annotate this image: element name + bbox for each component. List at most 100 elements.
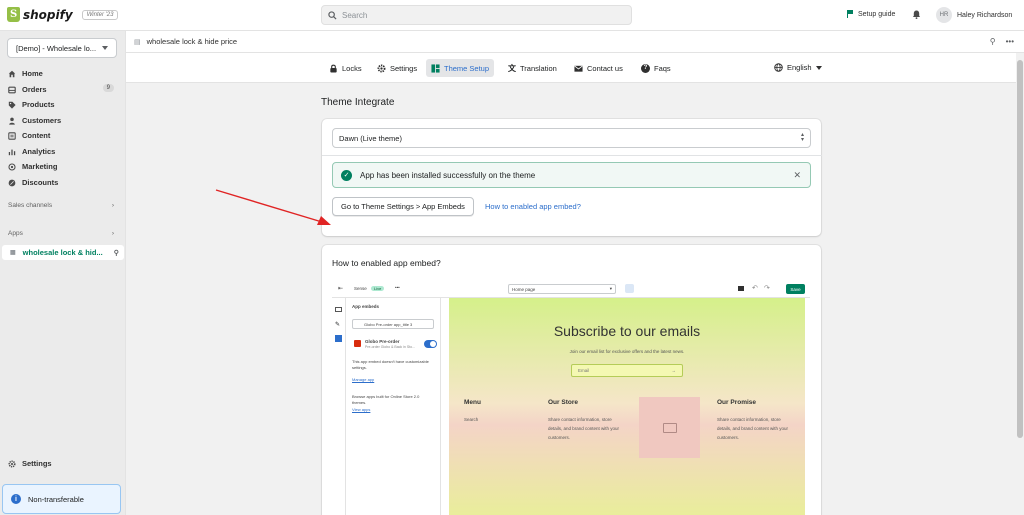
search-input[interactable]: Search — [321, 5, 632, 25]
tab-theme-setup[interactable]: Theme Setup — [426, 59, 495, 77]
app-nav: Locks Settings Theme Setup 文 Translation… — [126, 53, 1016, 83]
tab-label: Settings — [390, 63, 418, 73]
page-select-value: Home page — [512, 286, 536, 292]
sidebar-item-orders[interactable]: Orders 9 — [8, 84, 116, 94]
user-menu[interactable]: HR Haley Richardson — [936, 7, 1012, 23]
lock-icon — [330, 64, 337, 73]
tab-settings[interactable]: Settings — [372, 59, 422, 77]
caret-down-icon — [815, 65, 822, 70]
discount-icon — [8, 179, 16, 186]
sidebar-item-content[interactable]: Content — [8, 131, 116, 140]
tab-translation[interactable]: 文 Translation — [503, 59, 562, 77]
chevron-right-icon: › — [111, 202, 114, 209]
sidebar-item-analytics[interactable]: Analytics — [8, 147, 116, 156]
page-title: Theme Integrate — [321, 97, 395, 108]
embed-toggle — [424, 340, 437, 348]
preview-menu-heading: Menu — [464, 399, 481, 406]
info-icon: i — [11, 494, 21, 504]
close-icon[interactable]: ✕ — [793, 170, 801, 181]
setup-guide-button[interactable]: Setup guide — [847, 10, 895, 18]
bell-icon[interactable] — [912, 10, 921, 19]
editor-toolbar: ⇤ Sense Live ••• Home page ▾ ↶ ↷ Save — [332, 280, 810, 298]
globo-app-icon — [354, 340, 361, 347]
inspect-icon — [625, 284, 634, 293]
browse-apps-text: Browse apps built for Online Store 2.0 t… — [352, 394, 420, 405]
store-name: [Demo] - Wholesale lo... — [16, 43, 97, 53]
tag-icon — [8, 101, 16, 109]
pin-icon[interactable]: ⚲ — [114, 249, 119, 257]
top-bar: shopify Winter '23 Search Setup guide HR… — [0, 0, 1024, 31]
sidebar-item-settings[interactable]: Settings — [8, 459, 52, 468]
redo-icon: ↷ — [764, 285, 770, 292]
content-scrollbar[interactable] — [1017, 60, 1023, 438]
tab-label: Contact us — [587, 63, 623, 73]
help-heading: How to enabled app embed? — [332, 258, 441, 268]
divider — [322, 155, 822, 156]
globe-icon — [774, 63, 783, 72]
preview-our-promise-heading: Our Promise — [717, 399, 757, 406]
brand-name: shopify — [23, 7, 73, 22]
orders-icon — [8, 86, 16, 93]
home-icon — [8, 70, 16, 77]
sales-channels-section[interactable]: Sales channels › — [8, 202, 114, 209]
sidebar-item-label: Products — [22, 100, 55, 109]
success-banner: ✓ App has been installed successfully on… — [332, 162, 811, 188]
page-select: Home page ▾ — [508, 284, 616, 294]
sidebar-item-marketing[interactable]: Marketing — [8, 162, 116, 171]
editor-save-button: Save — [786, 284, 805, 294]
embed-search-value: Globo Pre-order app_title 3 — [364, 321, 413, 327]
sidebar-item-discounts[interactable]: Discounts — [8, 178, 116, 187]
more-options-icon[interactable]: ••• — [1006, 37, 1014, 46]
sidebar-item-label: Discounts — [22, 178, 59, 187]
search-icon — [328, 10, 337, 20]
tab-label: Theme Setup — [444, 63, 490, 73]
embed-note: This app embed doesn't have customizable… — [352, 359, 429, 370]
help-link[interactable]: How to enabled app embed? — [485, 202, 581, 211]
avatar: HR — [936, 7, 952, 23]
shopify-bag-icon — [7, 7, 20, 22]
preview-our-promise-text: Share contact information, store details… — [717, 417, 789, 440]
chevron-right-icon: › — [111, 230, 114, 237]
gear-icon — [8, 459, 16, 468]
app-icon: ▤ — [134, 38, 141, 46]
language-selector[interactable]: English — [774, 63, 822, 72]
user-name: Haley Richardson — [957, 11, 1013, 19]
tab-faqs[interactable]: ? Faqs — [636, 59, 676, 77]
desktop-icon — [738, 286, 744, 291]
preview-image-placeholder — [639, 397, 700, 458]
apps-section[interactable]: Apps › — [8, 230, 114, 237]
apps-label: Apps — [8, 230, 23, 237]
brush-icon: ✎ — [335, 322, 341, 328]
store-preview: Subscribe to our emails Join our email l… — [449, 298, 805, 515]
tab-contact-us[interactable]: Contact us — [569, 59, 628, 77]
go-to-app-embeds-button[interactable]: Go to Theme Settings > App Embeds — [332, 197, 474, 216]
app-embeds-title: App embeds — [352, 304, 380, 309]
sidebar-item-home[interactable]: Home — [8, 69, 116, 78]
language-label: English — [787, 63, 812, 72]
mail-icon — [574, 65, 583, 72]
embed-app-sub: Pre-order Globo & Back in Sto... — [365, 345, 415, 349]
exit-icon: ⇤ — [338, 286, 344, 292]
app-grid-icon: ▦ — [10, 250, 16, 256]
sidebar-item-customers[interactable]: Customers — [8, 116, 116, 125]
shopify-logo[interactable]: shopify Winter '23 — [7, 7, 119, 22]
sidebar-item-wholesale-app[interactable]: ▦ wholesale lock & hid... ⚲ — [2, 245, 124, 260]
non-transferable-label: Non-transferable — [28, 494, 84, 504]
preview-menu-item: Search — [464, 417, 479, 422]
person-icon — [9, 117, 15, 125]
editor-store-label: Sense — [354, 286, 367, 291]
sidebar-item-products[interactable]: Products — [8, 100, 116, 109]
embed-search: Globo Pre-order app_title 3 — [352, 319, 434, 329]
tab-locks[interactable]: Locks — [324, 59, 367, 77]
theme-integrate-card: Dawn (Live theme) ▴ ▾ ✓ App has been inst… — [322, 119, 822, 236]
non-transferable-banner[interactable]: i Non-transferable — [2, 484, 121, 514]
app-embeds-panel: App embeds Globo Pre-order app_title 3 G… — [346, 298, 441, 515]
image-icon — [662, 422, 677, 433]
app-title: wholesale lock & hide price — [146, 37, 238, 46]
banner-message: App has been installed successfully on t… — [360, 170, 536, 180]
pin-icon[interactable]: ⚲ — [990, 37, 996, 46]
preview-our-store-text: Share contact information, store details… — [548, 417, 620, 440]
question-icon: ? — [641, 63, 650, 73]
store-selector[interactable]: [Demo] - Wholesale lo... — [7, 38, 117, 58]
theme-select[interactable]: Dawn (Live theme) ▴ ▾ — [332, 128, 811, 148]
